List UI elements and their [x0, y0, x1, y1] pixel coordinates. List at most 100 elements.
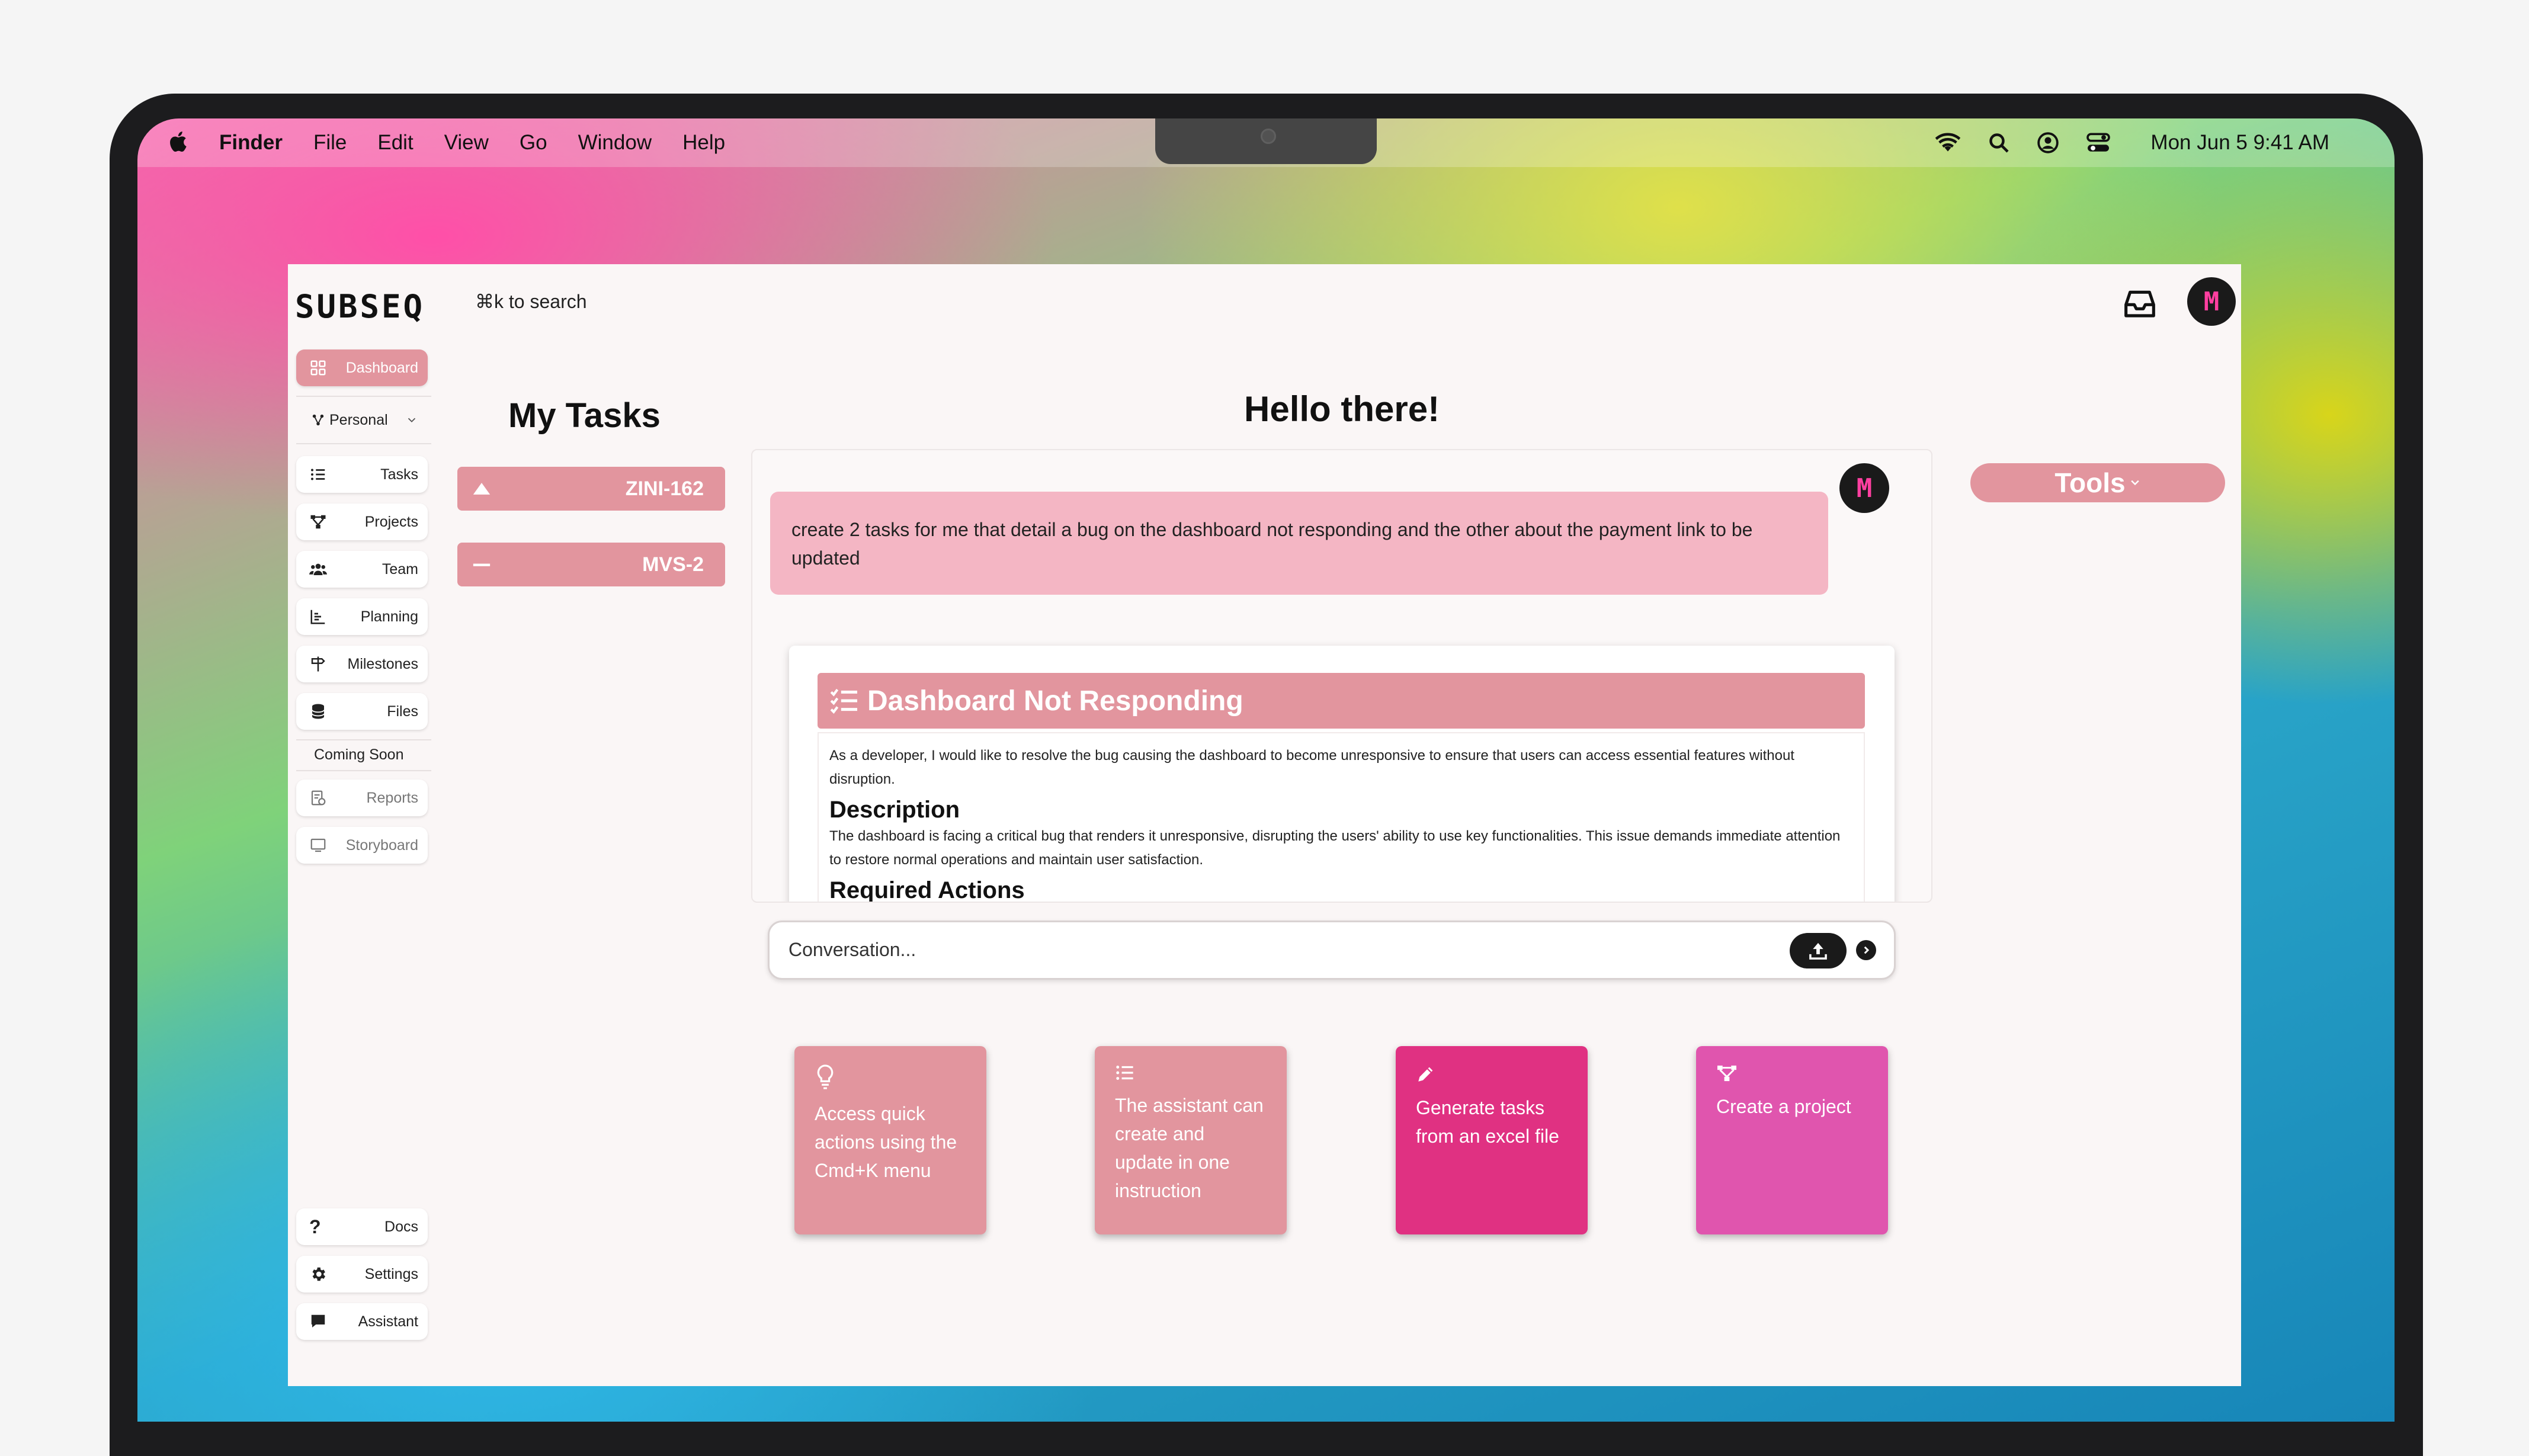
conversation-placeholder: Conversation... [788, 939, 916, 960]
task-preview-header: Dashboard Not Responding [818, 673, 1865, 729]
sidebar-item-planning[interactable]: Planning [296, 598, 428, 635]
sidebar-label: Settings [364, 1265, 418, 1282]
chat-icon [311, 1314, 325, 1327]
chat-panel[interactable]: create 2 tasks for me that detail a bug … [751, 449, 1932, 903]
sidebar-label: Projects [364, 513, 418, 530]
sidebar-item-storyboard: Storyboard [296, 827, 428, 864]
sidebar-item-files[interactable]: Files [296, 693, 428, 730]
sidebar-item-docs[interactable]: ? Docs [296, 1208, 428, 1245]
avatar-letter: M [2203, 286, 2220, 317]
gear-icon [312, 1267, 325, 1281]
task-id: ZINI-162 [625, 477, 704, 500]
workspace-label: Personal [329, 411, 388, 428]
chevron-down-icon [2130, 480, 2139, 486]
chevron-down-icon [408, 418, 416, 423]
status-area: Mon Jun 5 9:41 AM [1935, 118, 2329, 167]
sidebar-item-settings[interactable]: Settings [296, 1256, 428, 1293]
send-button[interactable] [1856, 940, 1876, 960]
quick-card-text: Create a project [1716, 1096, 1851, 1117]
question-icon: ? [309, 1216, 321, 1237]
priority-high-icon [473, 483, 491, 495]
user-icon[interactable] [2037, 132, 2059, 154]
upload-button[interactable] [1790, 933, 1847, 968]
project-icon [1717, 1065, 1736, 1082]
quick-card-project[interactable]: Create a project [1696, 1046, 1888, 1234]
task-card[interactable]: MVS-2 [457, 543, 725, 586]
branch-icon [312, 414, 324, 426]
menu-items: Finder File Edit View Go Window Help [219, 118, 725, 167]
required-actions-heading: Required Actions [829, 877, 1025, 903]
task-preview-body: As a developer, I would like to resolve … [818, 732, 1865, 903]
my-tasks-title: My Tasks [508, 396, 661, 435]
search-shortcut-hint[interactable]: ⌘k to search [475, 290, 587, 313]
lightbulb-icon [817, 1064, 834, 1089]
menu-help[interactable]: Help [682, 131, 725, 155]
task-card[interactable]: ZINI-162 [457, 467, 725, 511]
sidebar-label: Storyboard [345, 836, 418, 854]
task-user-story: As a developer, I would like to resolve … [829, 748, 1794, 787]
sidebar-item-tasks[interactable]: Tasks [296, 456, 428, 493]
user-avatar[interactable]: M [2187, 277, 2236, 326]
quick-card-text: Generate tasks from an excel file [1416, 1097, 1559, 1147]
task-description: The dashboard is facing a critical bug t… [829, 828, 1841, 868]
sidebar-item-assistant[interactable]: Assistant [296, 1303, 428, 1340]
menu-file[interactable]: File [313, 131, 347, 155]
upload-icon [1809, 942, 1827, 960]
sidebar-label: Tasks [380, 466, 418, 483]
sidebar-item-team[interactable]: Team [296, 551, 428, 588]
workspace-selector[interactable]: Personal [296, 402, 428, 438]
search-icon[interactable] [1988, 132, 2009, 153]
sidebar-divider [296, 770, 431, 771]
avatar-letter: M [1856, 473, 1873, 503]
user-message: create 2 tasks for me that detail a bug … [770, 492, 1828, 595]
tools-dropdown[interactable]: Tools [1970, 463, 2225, 502]
menu-bar: Finder File Edit View Go Window Help Mon… [137, 118, 2395, 167]
menu-clock[interactable]: Mon Jun 5 9:41 AM [2150, 131, 2329, 155]
app-window: SUBSEQ ⌘k to search M Dashboard Personal [288, 264, 2241, 1386]
sidebar-item-dashboard[interactable]: Dashboard [296, 349, 428, 386]
sidebar-label: Planning [360, 608, 418, 625]
sidebar-label: Reports [366, 789, 418, 806]
menu-edit[interactable]: Edit [377, 131, 413, 155]
checklist-icon [830, 688, 857, 714]
inbox-icon[interactable] [2123, 288, 2156, 319]
priority-medium-icon [473, 563, 491, 566]
sidebar-label: Assistant [358, 1313, 418, 1330]
menu-go[interactable]: Go [520, 131, 547, 155]
quick-card-cmdk[interactable]: Access quick actions using the Cmd+K men… [794, 1046, 986, 1234]
sidebar-label: Dashboard [345, 359, 418, 376]
quick-card-text: The assistant can create and update in o… [1115, 1095, 1264, 1201]
report-icon [311, 790, 326, 806]
wifi-icon[interactable] [1935, 133, 1961, 153]
sidebar-item-milestones[interactable]: Milestones [296, 646, 428, 682]
task-id: MVS-2 [642, 553, 704, 576]
sidebar-label: Team [382, 560, 418, 578]
sidebar-item-projects[interactable]: Projects [296, 503, 428, 540]
menu-view[interactable]: View [444, 131, 489, 155]
signpost-icon [311, 656, 325, 672]
quick-card-text: Access quick actions using the Cmd+K men… [815, 1103, 957, 1181]
sidebar-divider [296, 443, 431, 444]
conversation-input[interactable]: Conversation... [768, 921, 1896, 980]
chart-icon [310, 610, 325, 624]
assistant-avatar: M [1839, 463, 1889, 513]
list-icon [311, 469, 325, 480]
quick-card-excel[interactable]: Generate tasks from an excel file [1396, 1046, 1588, 1234]
control-center-icon[interactable] [2086, 132, 2111, 153]
sidebar-label: Docs [384, 1218, 418, 1235]
menu-finder[interactable]: Finder [219, 131, 283, 155]
apple-icon[interactable] [166, 128, 192, 155]
app-logo[interactable]: SUBSEQ [295, 288, 425, 325]
generated-task-card[interactable]: Dashboard Not Responding As a developer,… [789, 646, 1895, 903]
greeting-heading: Hello there! [1244, 389, 1440, 429]
chevron-right-icon [1864, 946, 1870, 954]
database-icon [312, 704, 325, 719]
quick-card-assistant[interactable]: The assistant can create and update in o… [1095, 1046, 1287, 1234]
menu-window[interactable]: Window [578, 131, 652, 155]
sidebar-item-reports: Reports [296, 780, 428, 816]
task-preview-title: Dashboard Not Responding [867, 685, 1243, 717]
description-heading: Description [829, 797, 960, 823]
sidebar-label: Milestones [347, 655, 419, 672]
sidebar-divider [296, 396, 431, 397]
coming-soon-heading: Coming Soon [314, 746, 404, 763]
